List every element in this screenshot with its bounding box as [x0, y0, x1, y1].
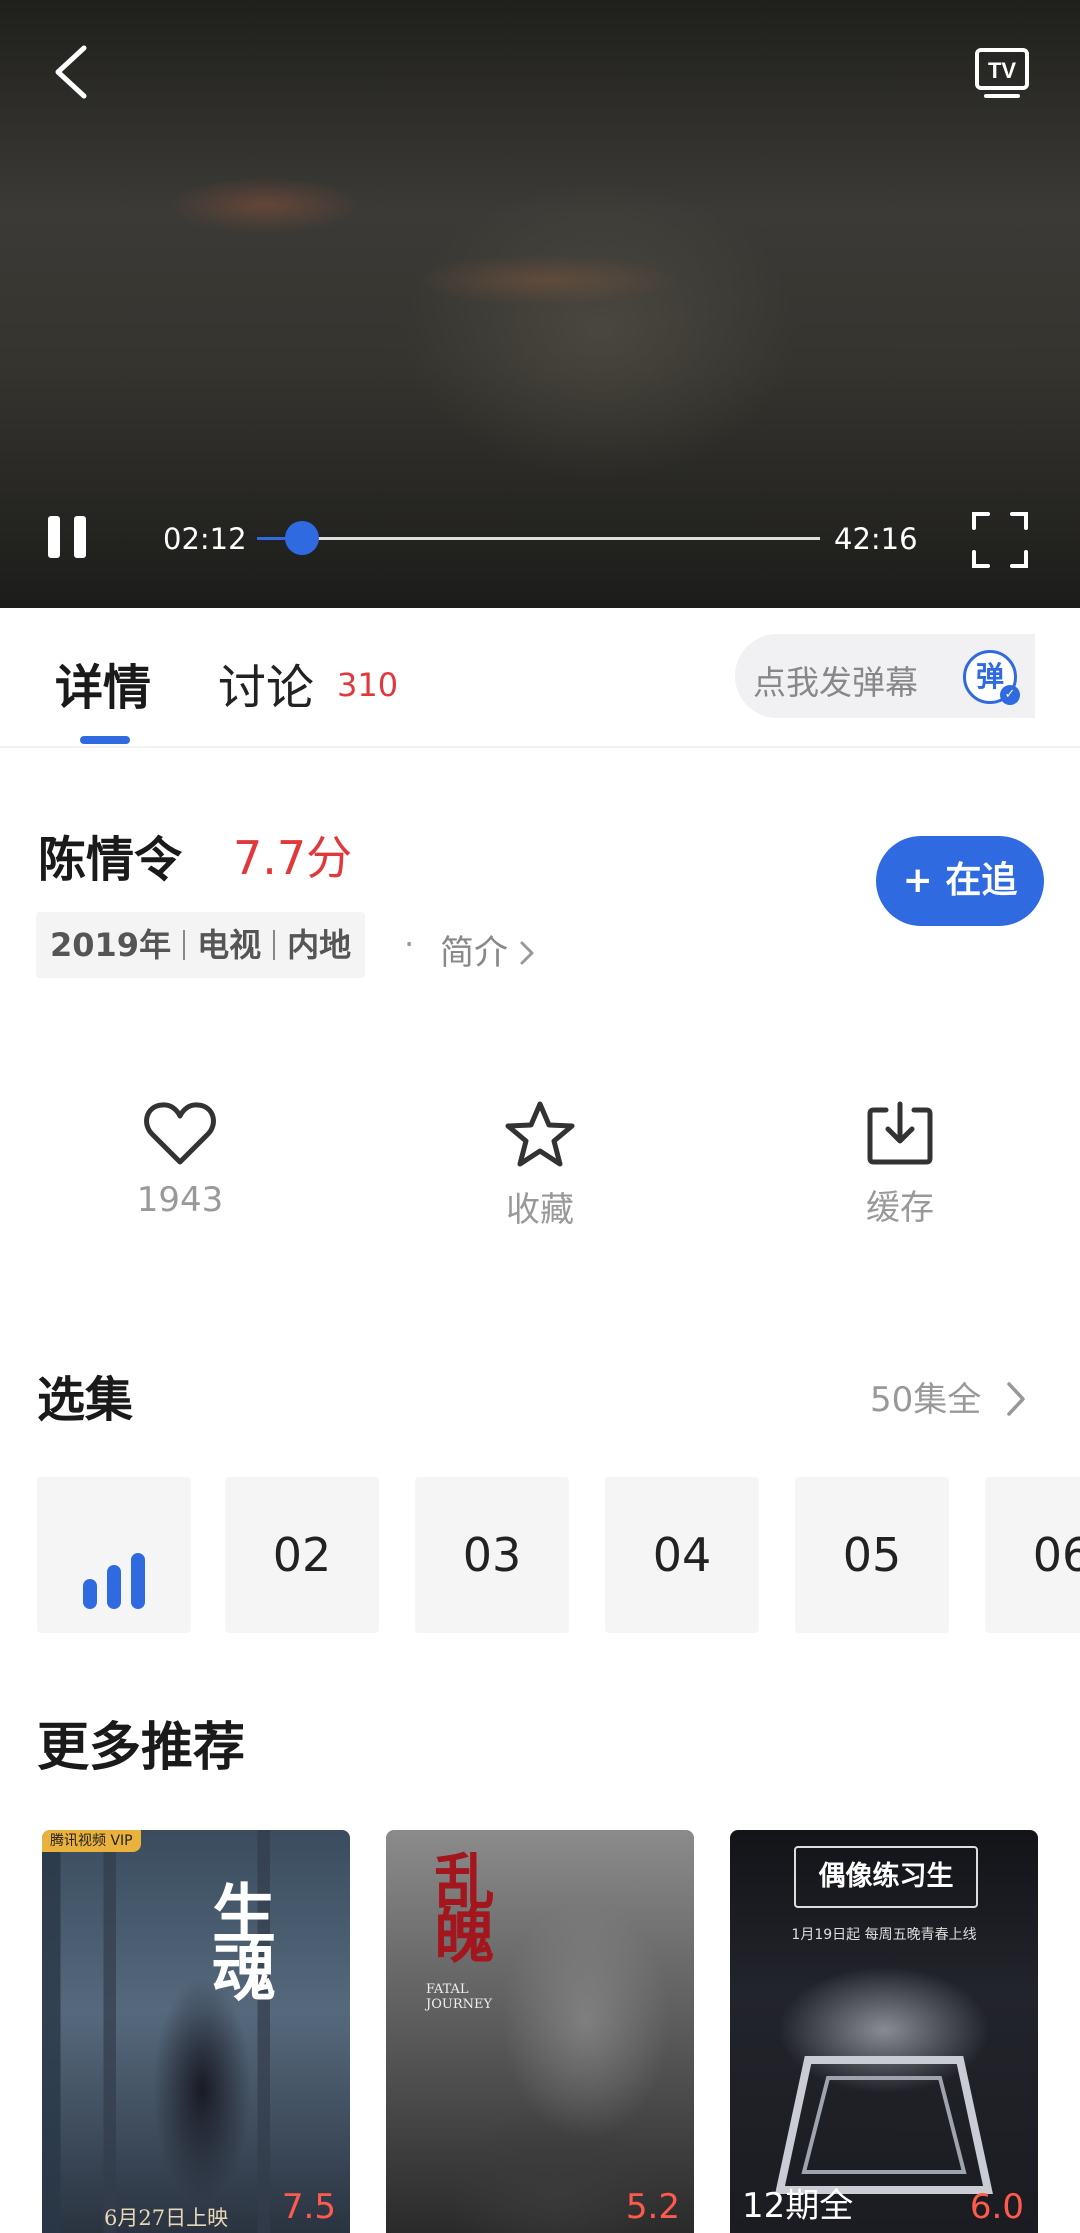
- episode-list: 02 03 04 05 06: [37, 1477, 1080, 1633]
- poster-subtitle: 1月19日起 每周五晚青春上线: [791, 1927, 977, 1943]
- card-score: 7.5: [281, 2187, 336, 2227]
- danmu-input-button[interactable]: 点我发弹幕 弹 ✓: [735, 634, 1035, 718]
- tag-year: 2019年: [50, 926, 172, 964]
- tag-type: 电视: [197, 926, 262, 964]
- tag-separator: [183, 930, 186, 960]
- recommendation-card[interactable]: 偶像练习生 1月19日起 每周五晚青春上线 12期全 6.0: [730, 1830, 1038, 2233]
- favorite-button[interactable]: 收藏: [460, 1100, 620, 1240]
- episode-item[interactable]: 06: [985, 1477, 1080, 1633]
- poster-title: 乱魄: [424, 1850, 494, 1958]
- poster-release-date: 6月27日上映: [104, 2206, 229, 2230]
- recommendation-card[interactable]: 腾讯视频 VIP 生魂 6月27日上映 7.5: [42, 1830, 350, 2233]
- check-icon: ✓: [1000, 685, 1020, 705]
- heart-icon: [144, 1102, 216, 1165]
- dot-separator: ·: [404, 925, 415, 963]
- show-tags: 2019年 电视 内地: [36, 912, 366, 978]
- download-label: 缓存: [866, 1188, 934, 1228]
- episode-item[interactable]: 05: [795, 1477, 949, 1633]
- chevron-right-icon: [520, 941, 534, 965]
- chevron-right-icon: [1007, 1382, 1025, 1416]
- active-tab-indicator: [80, 736, 130, 744]
- total-time: 42:16: [834, 522, 918, 556]
- playing-bar-icon: [107, 1565, 121, 1609]
- svg-text:TV: TV: [988, 58, 1016, 83]
- like-count: 1943: [136, 1180, 224, 1220]
- episodes-title: 选集: [37, 1372, 134, 1428]
- episode-item[interactable]: 04: [605, 1477, 759, 1633]
- star-icon: [505, 1101, 575, 1167]
- fullscreen-icon[interactable]: [970, 510, 1030, 570]
- vip-badge: 腾讯视频 VIP: [42, 1830, 141, 1852]
- danmu-toggle-icon[interactable]: 弹 ✓: [963, 650, 1020, 705]
- video-player[interactable]: TV 02:12 42:16: [0, 0, 1080, 608]
- tab-detail[interactable]: 详情: [55, 648, 151, 718]
- recommendation-card[interactable]: 乱魄 FATAL JOURNEY 5.2: [386, 1830, 694, 2233]
- progress-knob[interactable]: [285, 521, 320, 555]
- download-icon: [867, 1101, 933, 1165]
- poster-subtitle: FATAL JOURNEY: [426, 1982, 493, 2012]
- danmu-placeholder: 点我发弹幕: [753, 663, 918, 702]
- pause-button[interactable]: [44, 512, 92, 564]
- card-episode-info: 12期全: [742, 2186, 854, 2226]
- playing-bar-icon: [83, 1579, 97, 1609]
- tag-region: 内地: [287, 926, 352, 964]
- episode-01-playing[interactable]: [37, 1477, 191, 1633]
- card-score: 5.2: [625, 2187, 680, 2227]
- episodes-total: 50集全: [870, 1380, 982, 1420]
- show-score: 7.7分: [233, 831, 353, 885]
- download-button[interactable]: 缓存: [820, 1100, 980, 1240]
- recommendations-title: 更多推荐: [37, 1718, 246, 1778]
- progress-bar[interactable]: [257, 521, 820, 555]
- follow-button[interactable]: + 在追: [876, 836, 1044, 926]
- back-arrow-icon[interactable]: [48, 42, 100, 102]
- episode-item[interactable]: 03: [415, 1477, 569, 1633]
- episode-item[interactable]: 02: [225, 1477, 379, 1633]
- divider: [0, 746, 1080, 748]
- like-button[interactable]: 1943: [100, 1100, 260, 1240]
- tag-separator: [273, 930, 276, 960]
- intro-label: 简介: [440, 933, 508, 973]
- tab-discuss[interactable]: 讨论: [218, 648, 314, 718]
- discuss-count-badge: 310: [337, 666, 399, 704]
- favorite-label: 收藏: [506, 1190, 574, 1230]
- playing-bar-icon: [131, 1553, 145, 1609]
- episodes-all-link[interactable]: 50集全: [870, 1372, 1026, 1421]
- intro-link[interactable]: 简介: [440, 925, 535, 974]
- current-time: 02:12: [163, 522, 247, 556]
- poster-title: 偶像练习生: [794, 1846, 978, 1908]
- card-score: 6.0: [969, 2187, 1024, 2227]
- content-tabs: 详情 讨论 310 点我发弹幕 弹 ✓: [0, 608, 1080, 748]
- tv-cast-icon[interactable]: TV: [972, 44, 1032, 104]
- poster-title: 生魂: [201, 1880, 276, 1996]
- danmu-icon-label: 弹: [975, 660, 1004, 693]
- show-title: 陈情令: [38, 832, 183, 888]
